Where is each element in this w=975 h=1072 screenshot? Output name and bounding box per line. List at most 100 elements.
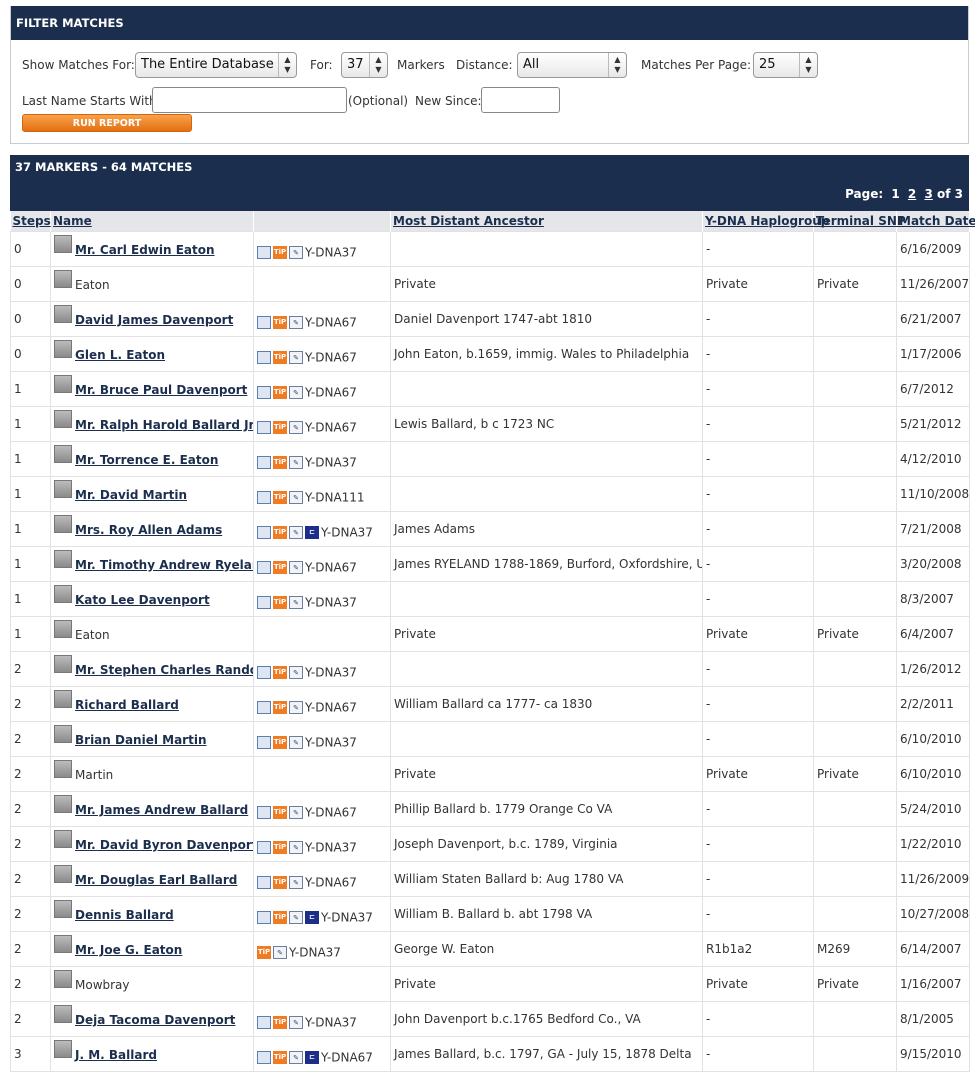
- tip-icon[interactable]: TiP: [273, 875, 287, 889]
- matches-per-page-select[interactable]: 25 ▲ ▼: [753, 52, 818, 78]
- gedcom-icon[interactable]: [257, 385, 271, 399]
- match-name[interactable]: Mr. Douglas Earl Ballard: [75, 873, 237, 887]
- show-matches-for-select[interactable]: The Entire Database ▲ ▼: [135, 52, 297, 78]
- match-name[interactable]: Mr. David Martin: [75, 488, 187, 502]
- tip-icon[interactable]: TiP: [273, 420, 287, 434]
- match-name[interactable]: Kato Lee Davenport: [75, 593, 210, 607]
- gedcom-icon[interactable]: [257, 665, 271, 679]
- match-name[interactable]: Richard Ballard: [75, 698, 179, 712]
- notes-icon[interactable]: ✎: [289, 805, 303, 819]
- tip-icon[interactable]: TiP: [273, 490, 287, 504]
- last-name-input[interactable]: [152, 87, 347, 113]
- col-steps[interactable]: Steps: [10, 211, 51, 232]
- tip-icon[interactable]: TiP: [273, 735, 287, 749]
- col-ancestor[interactable]: Most Distant Ancestor: [390, 211, 703, 232]
- tip-icon[interactable]: TiP: [273, 595, 287, 609]
- gedcom-icon[interactable]: [257, 315, 271, 329]
- links-cell: TiP ✎ Y-DNA37: [253, 721, 391, 757]
- notes-icon[interactable]: ✎: [289, 455, 303, 469]
- notes-icon[interactable]: ✎: [289, 385, 303, 399]
- col-haplogroup[interactable]: Y-DNA Haplogroup: [702, 211, 829, 232]
- gedcom-icon[interactable]: [257, 490, 271, 504]
- tip-icon[interactable]: TiP: [273, 910, 287, 924]
- notes-icon[interactable]: ✎: [289, 525, 303, 539]
- gedcom-icon[interactable]: [257, 805, 271, 819]
- notes-icon[interactable]: ✎: [289, 840, 303, 854]
- match-name[interactable]: Mr. Stephen Charles Randolph: [75, 663, 253, 677]
- tip-icon[interactable]: TiP: [273, 245, 287, 259]
- gedcom-icon[interactable]: [257, 910, 271, 924]
- match-name[interactable]: Mr. Carl Edwin Eaton: [75, 243, 215, 257]
- match-name[interactable]: Brian Daniel Martin: [75, 733, 207, 747]
- notes-icon[interactable]: ✎: [289, 490, 303, 504]
- tip-icon[interactable]: TiP: [273, 560, 287, 574]
- match-name[interactable]: Mr. Torrence E. Eaton: [75, 453, 218, 467]
- match-name[interactable]: Mr. Joe G. Eaton: [75, 943, 182, 957]
- col-terminal-snp[interactable]: Terminal SNP: [813, 211, 906, 232]
- notes-icon[interactable]: ✎: [289, 1050, 303, 1064]
- run-report-button[interactable]: RUN REPORT: [22, 114, 192, 132]
- tip-icon[interactable]: TiP: [273, 455, 287, 469]
- notes-icon[interactable]: ✎: [273, 945, 287, 959]
- notes-icon[interactable]: ✎: [289, 420, 303, 434]
- col-name[interactable]: Name: [50, 211, 254, 232]
- col-match-date[interactable]: Match Date: [896, 211, 975, 232]
- gedcom-icon[interactable]: [257, 840, 271, 854]
- match-name[interactable]: Mrs. Roy Allen Adams: [75, 523, 222, 537]
- match-name[interactable]: Mr. Ralph Harold Ballard Jr.: [75, 418, 253, 432]
- gedcom-icon[interactable]: [257, 420, 271, 434]
- notes-icon[interactable]: ✎: [289, 910, 303, 924]
- tip-icon[interactable]: TiP: [273, 350, 287, 364]
- match-name[interactable]: David James Davenport: [75, 313, 233, 327]
- gedcom-icon[interactable]: [257, 245, 271, 259]
- notes-icon[interactable]: ✎: [289, 665, 303, 679]
- tip-icon[interactable]: TiP: [273, 700, 287, 714]
- tip-icon[interactable]: TiP: [273, 315, 287, 329]
- page-link-3[interactable]: 3: [924, 187, 932, 201]
- match-name[interactable]: Mr. Timothy Andrew Ryeland: [75, 558, 253, 572]
- tip-icon[interactable]: TiP: [273, 385, 287, 399]
- new-since-input[interactable]: [481, 87, 560, 113]
- match-name[interactable]: Dennis Ballard: [75, 908, 174, 922]
- markers-select[interactable]: 37 ▲ ▼: [341, 52, 388, 78]
- tip-icon[interactable]: TiP: [273, 840, 287, 854]
- gedcom-icon[interactable]: [257, 595, 271, 609]
- gedcom-icon[interactable]: [257, 1015, 271, 1029]
- match-name[interactable]: Mr. James Andrew Ballard: [75, 803, 248, 817]
- gedcom-icon[interactable]: [257, 350, 271, 364]
- gedcom-icon[interactable]: [257, 700, 271, 714]
- match-name[interactable]: Glen L. Eaton: [75, 348, 165, 362]
- tip-icon[interactable]: TiP: [273, 665, 287, 679]
- tip-icon[interactable]: TiP: [273, 525, 287, 539]
- notes-icon[interactable]: ✎: [289, 315, 303, 329]
- family-tree-icon[interactable]: ⊏: [305, 1050, 319, 1064]
- gedcom-icon[interactable]: [257, 1050, 271, 1064]
- match-name[interactable]: Mr. David Byron Davenport: [75, 838, 253, 852]
- page-link-1[interactable]: 1: [891, 187, 899, 201]
- page-link-2[interactable]: 2: [908, 187, 916, 201]
- family-tree-icon[interactable]: ⊏: [305, 525, 319, 539]
- notes-icon[interactable]: ✎: [289, 595, 303, 609]
- tip-icon[interactable]: TiP: [273, 805, 287, 819]
- notes-icon[interactable]: ✎: [289, 350, 303, 364]
- notes-icon[interactable]: ✎: [289, 245, 303, 259]
- notes-icon[interactable]: ✎: [289, 735, 303, 749]
- gedcom-icon[interactable]: [257, 560, 271, 574]
- tip-icon[interactable]: TiP: [273, 1015, 287, 1029]
- name-cell: Dennis Ballard: [50, 896, 254, 932]
- gedcom-icon[interactable]: [257, 455, 271, 469]
- tip-icon[interactable]: TiP: [257, 945, 271, 959]
- gedcom-icon[interactable]: [257, 875, 271, 889]
- notes-icon[interactable]: ✎: [289, 1015, 303, 1029]
- tip-icon[interactable]: TiP: [273, 1050, 287, 1064]
- notes-icon[interactable]: ✎: [289, 700, 303, 714]
- match-name[interactable]: Deja Tacoma Davenport: [75, 1013, 235, 1027]
- gedcom-icon[interactable]: [257, 525, 271, 539]
- distance-select[interactable]: All ▲ ▼: [517, 52, 627, 78]
- gedcom-icon[interactable]: [257, 735, 271, 749]
- family-tree-icon[interactable]: ⊏: [305, 910, 319, 924]
- match-name[interactable]: J. M. Ballard: [75, 1048, 157, 1062]
- notes-icon[interactable]: ✎: [289, 560, 303, 574]
- match-name[interactable]: Mr. Bruce Paul Davenport: [75, 383, 247, 397]
- notes-icon[interactable]: ✎: [289, 875, 303, 889]
